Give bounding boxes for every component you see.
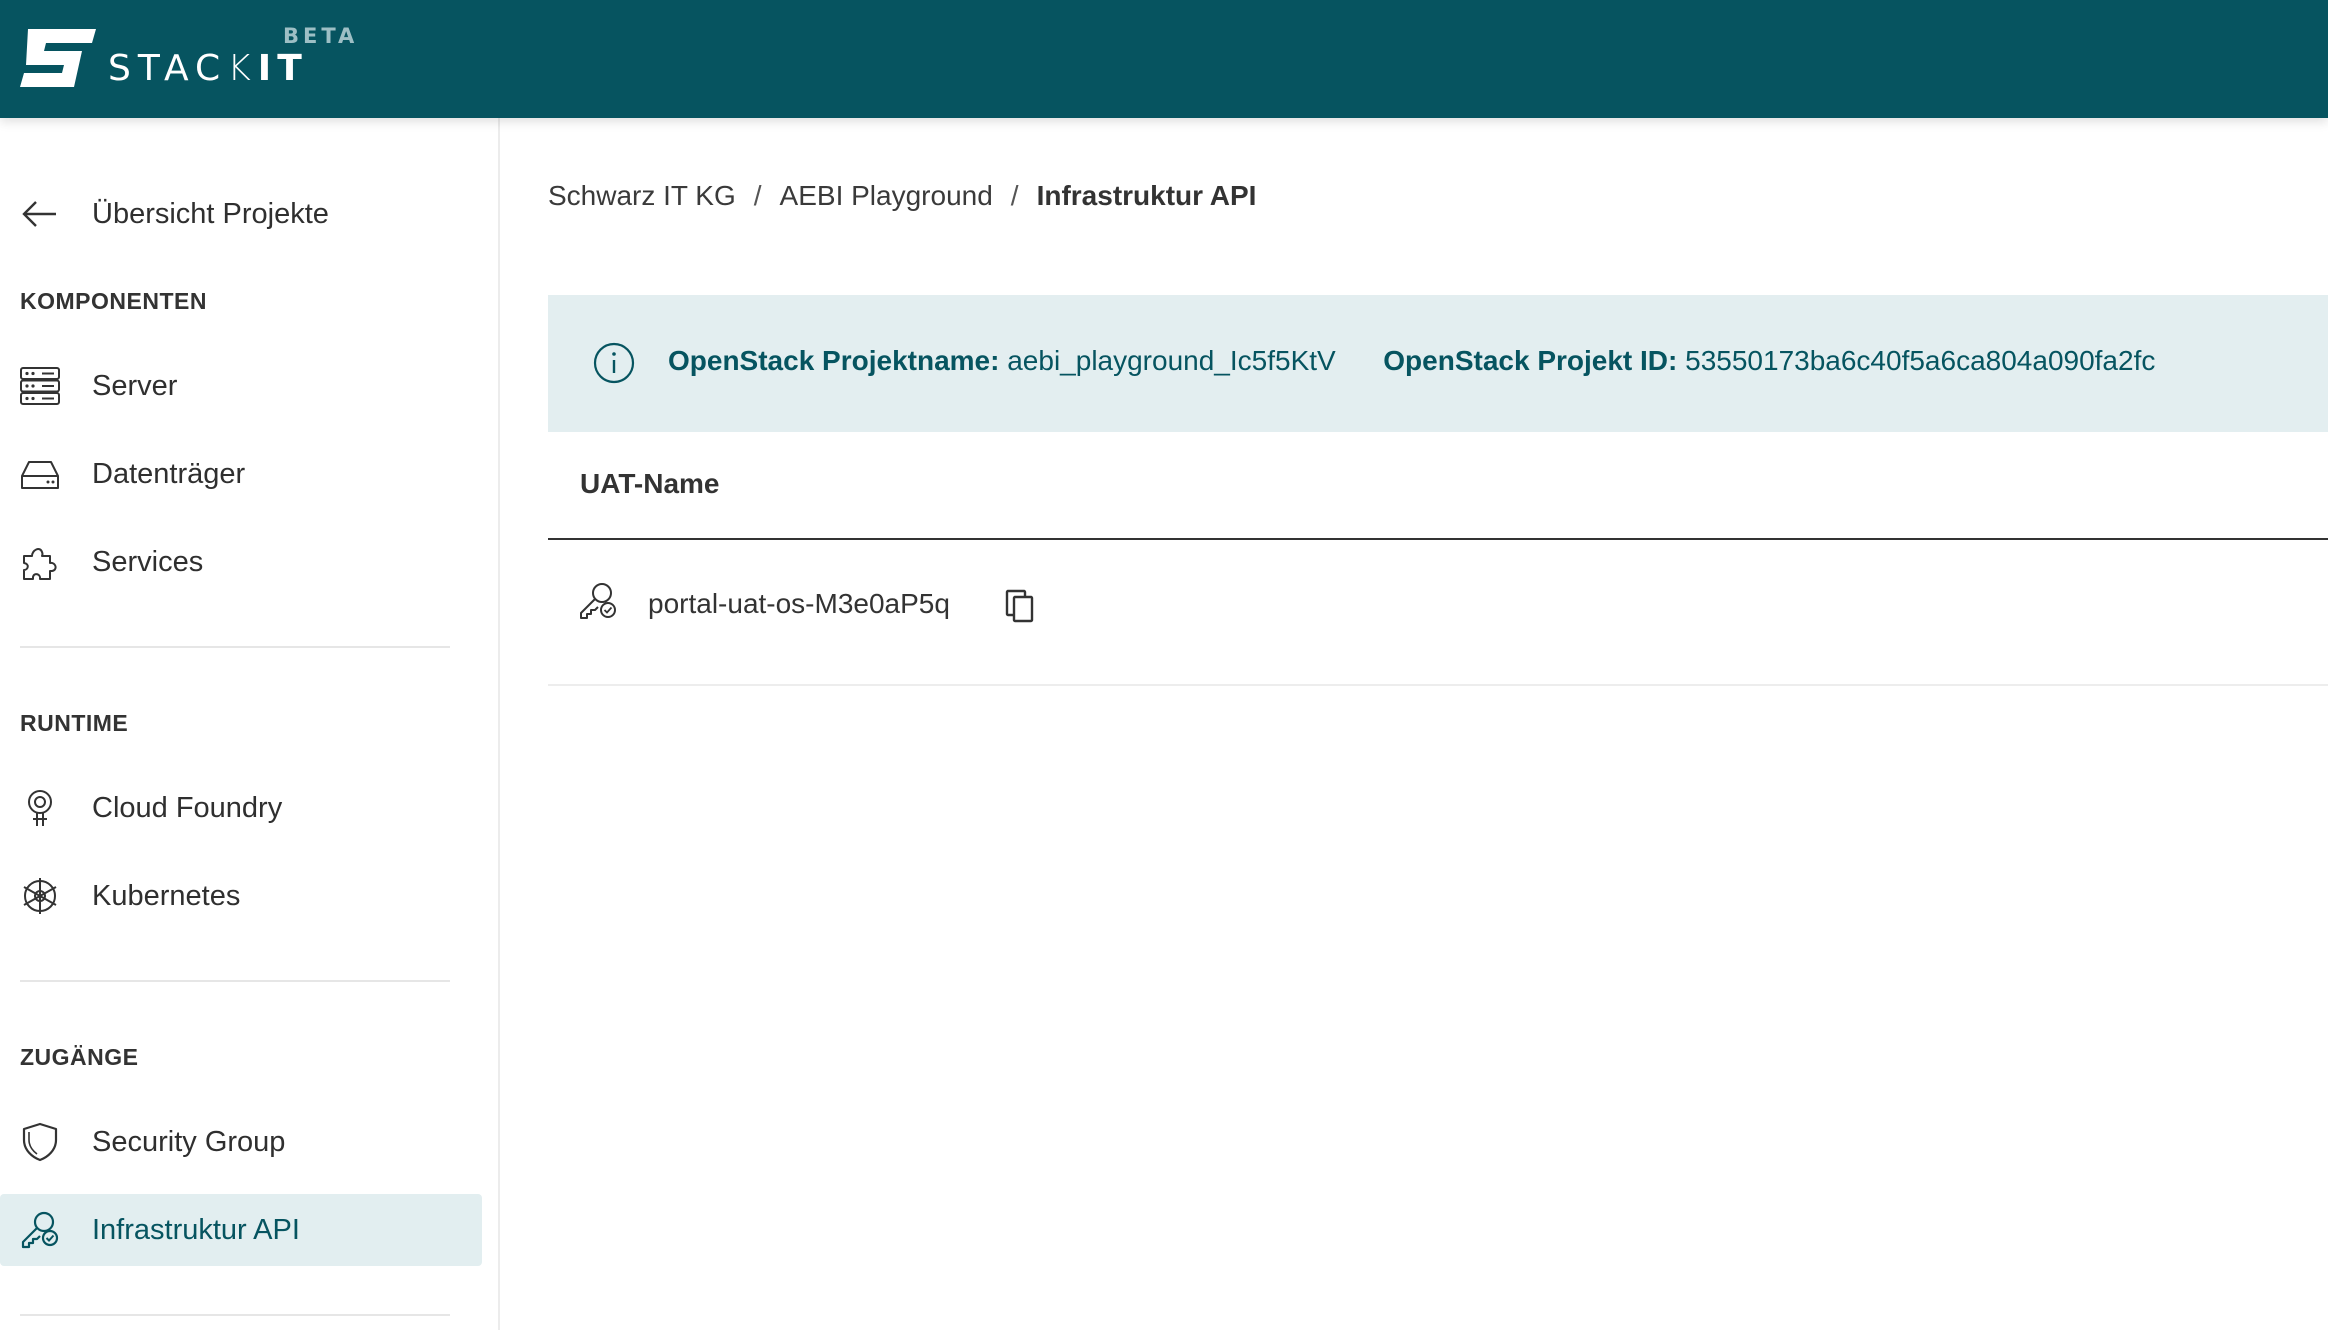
key-user-icon [21,1211,59,1249]
sidebar-item-label: Server [92,369,178,402]
sidebar-item-server[interactable]: Server [0,350,482,422]
copy-icon[interactable] [1004,588,1036,624]
section-divider [20,646,450,648]
project-name-value: aebi_playground_Ic5f5KtV [1007,345,1336,376]
stackit-logo[interactable]: STACKIT [20,28,302,89]
table-row: portal-uat-os-M3e0aP5q [548,540,2328,686]
top-bar: STACKIT BETA [0,0,2328,118]
back-label: Übersicht Projekte [92,197,329,230]
cloud-foundry-icon [28,790,52,826]
arrow-left-icon [22,201,56,227]
sidebar-item-security-group[interactable]: Security Group [0,1106,482,1178]
sidebar: Übersicht Projekte KOMPONENTEN Server Da… [0,118,500,1330]
openstack-info-banner: OpenStack Projektname: aebi_playground_I… [548,295,2328,432]
stackit-logo-mark-icon [20,29,96,87]
sidebar-item-services[interactable]: Services [0,526,482,598]
sidebar-item-cloud-foundry[interactable]: Cloud Foundry [0,772,482,844]
sidebar-item-datentraeger[interactable]: Datenträger [0,438,482,510]
section-title-zugaenge: ZUGÄNGE [20,1044,139,1070]
project-id-value: 53550173ba6c40f5a6ca804a090fa2fc [1685,345,2156,376]
breadcrumb-org-link[interactable]: Schwarz IT KG [548,180,736,212]
section-title-komponenten: KOMPONENTEN [20,288,207,314]
breadcrumb-project-link[interactable]: AEBI Playground [780,180,993,212]
kubernetes-icon [23,878,57,914]
sidebar-item-label: Security Group [92,1125,286,1158]
sidebar-item-infrastruktur-api[interactable]: Infrastruktur API [0,1194,482,1266]
project-name-label: OpenStack Projektname: [668,345,1000,376]
project-id-label: OpenStack Projekt ID: [1383,345,1678,376]
column-header-uat-name[interactable]: UAT-Name [580,468,720,500]
shield-icon [22,1122,58,1162]
section-title-runtime: RUNTIME [20,710,129,736]
beta-badge: BETA [283,24,359,48]
breadcrumb-separator: / [753,180,762,211]
sidebar-item-label: Infrastruktur API [92,1213,300,1246]
sidebar-item-label: Kubernetes [92,879,241,912]
brand-name: STACKIT [108,48,308,89]
key-user-icon [580,583,616,619]
breadcrumb: Schwarz IT KG / AEBI Playground / Infras… [548,180,1256,212]
breadcrumb-separator: / [1010,180,1019,211]
info-text: OpenStack Projektname: aebi_playground_I… [668,345,2155,377]
section-divider [20,980,450,982]
sidebar-item-kubernetes[interactable]: Kubernetes [0,860,482,932]
section-divider [20,1314,450,1316]
sidebar-item-label: Services [92,545,204,578]
table-header: UAT-Name [548,432,2328,540]
sidebar-item-label: Cloud Foundry [92,791,283,824]
puzzle-icon [23,548,57,580]
sidebar-item-label: Datenträger [92,457,246,490]
hard-drive-icon [21,461,59,489]
uat-name: portal-uat-os-M3e0aP5q [648,588,950,619]
info-icon [593,342,635,384]
server-icon [20,367,60,405]
breadcrumb-current: Infrastruktur API [1036,180,1257,211]
back-to-projects-link[interactable]: Übersicht Projekte [0,178,490,250]
